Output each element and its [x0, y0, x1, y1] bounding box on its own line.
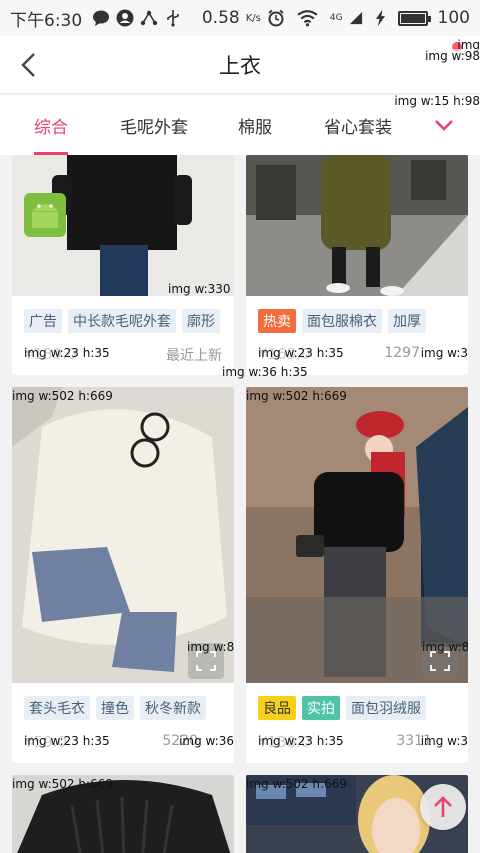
zoom-image-label: img w:84	[422, 640, 468, 654]
account-icon	[116, 9, 134, 27]
tag-list: 良品 实拍 面包羽绒服	[258, 696, 426, 720]
price-row: ¥163.0 img w:23 h:35 1297 img w:3	[258, 345, 468, 367]
battery-icon	[397, 10, 431, 26]
nav-image-label: img w:98	[425, 49, 480, 63]
photo-image-label: img w:330 h:330	[168, 282, 234, 296]
price-row: ¥139.0 img w:23 h:35 最近上新	[24, 345, 222, 367]
signal-type: 4G	[329, 13, 343, 23]
photo-image-label: img w:502 h:669	[246, 389, 347, 403]
arrow-up-icon	[434, 796, 452, 817]
product-photo[interactable]	[246, 387, 468, 683]
tag: 撞色	[96, 696, 134, 720]
meta-image-label: img w:3	[420, 734, 468, 748]
product-card[interactable]: img w:330 h:330 广告 中长款毛呢外套 廓形 ¥139.0 img…	[12, 155, 234, 375]
zoom-image-label: img w:84 h:84	[187, 640, 234, 654]
product-card[interactable]: 热卖 面包服棉衣 加厚 ¥163.0 img w:23 h:35 1297 im…	[246, 155, 468, 375]
price-image-label: img w:23 h:35	[258, 346, 344, 360]
tag: 面包服棉衣	[302, 309, 382, 333]
alarm-icon	[268, 9, 284, 27]
price-image-label: img w:23 h:35	[258, 734, 344, 748]
tag: 加厚	[388, 309, 426, 333]
share-network-icon	[140, 10, 158, 26]
usb-icon	[167, 10, 179, 27]
listing-status: 最近上新	[166, 348, 222, 364]
photo-image-label: img w:502 h:669	[246, 777, 347, 791]
category-tabs: 综合 毛呢外套 棉服 省心套装 img w:15 h:98	[0, 94, 480, 155]
chat-icon	[93, 10, 110, 26]
nav-bar: 上衣 img img w:98	[0, 36, 480, 94]
product-photo[interactable]	[12, 387, 234, 683]
signal-icon	[349, 11, 362, 25]
tag-list: 套头毛衣 撞色 秋冬新款	[24, 696, 206, 720]
tag: 秋冬新款	[140, 696, 206, 720]
meta-image-label: img w:36	[179, 734, 234, 748]
product-card[interactable]: img w:502 h:669 img w:84 h:84 套头毛衣 撞色 秋冬…	[12, 387, 234, 763]
floating-image-label: img w:36 h:35	[222, 365, 308, 379]
price-row: ¥138.0 img w:23 h:35 3311 img w:3	[258, 733, 468, 755]
photo-image-label: img w:502 h:669	[12, 389, 113, 403]
tag-real-photo: 实拍	[302, 696, 340, 720]
tag: 廓形	[182, 309, 220, 333]
wifi-icon	[297, 10, 318, 27]
page-title: 上衣	[219, 54, 261, 78]
tag-quality: 良品	[258, 696, 296, 720]
product-photo[interactable]	[12, 155, 234, 296]
network-unit: K/s	[245, 12, 261, 24]
price-image-label: img w:23 h:35	[24, 346, 110, 360]
charging-icon	[375, 9, 385, 27]
status-bar: 下午6:30 0.58 K/s 4G 100	[0, 0, 480, 36]
meta-image-label: img w:3	[420, 346, 468, 360]
product-feed[interactable]: img w:330 h:330 广告 中长款毛呢外套 廓形 ¥139.0 img…	[0, 155, 480, 853]
tag: 套头毛衣	[24, 696, 90, 720]
status-time: 下午6:30	[10, 10, 83, 31]
product-photo[interactable]	[246, 155, 468, 296]
product-card[interactable]: img w:502 h:669	[12, 775, 234, 853]
tag: 广告	[24, 309, 62, 333]
tab-overall[interactable]: 综合	[34, 95, 68, 155]
sales-count: 1297	[384, 345, 420, 361]
android-icon	[24, 193, 66, 237]
tab-wool-coat[interactable]: 毛呢外套	[120, 95, 188, 155]
chevron-down-icon	[435, 120, 453, 131]
tag-hot: 热卖	[258, 309, 296, 333]
back-to-top-button[interactable]	[420, 784, 466, 830]
battery-level: 100	[437, 8, 470, 28]
tabs-image-label: img w:15 h:98	[394, 94, 480, 108]
tag: 面包羽绒服	[346, 696, 426, 720]
tab-cotton-coat[interactable]: 棉服	[238, 95, 272, 155]
tag: 中长款毛呢外套	[68, 309, 176, 333]
tag-list: 广告 中长款毛呢外套 廓形	[24, 309, 220, 333]
tag-list: 热卖 面包服棉衣 加厚	[258, 309, 426, 333]
photo-image-label: img w:502 h:669	[12, 777, 113, 791]
price-row: ¥59.0 img w:23 h:35 5220 img w:36	[24, 733, 234, 755]
product-card[interactable]: img w:502 h:669 img w:84 良品 实拍 面包羽绒服 ¥13…	[246, 387, 468, 763]
price-image-label: img w:23 h:35	[24, 734, 110, 748]
tab-outfit-set[interactable]: 省心套装	[324, 95, 392, 155]
network-speed: 0.58	[201, 8, 240, 28]
